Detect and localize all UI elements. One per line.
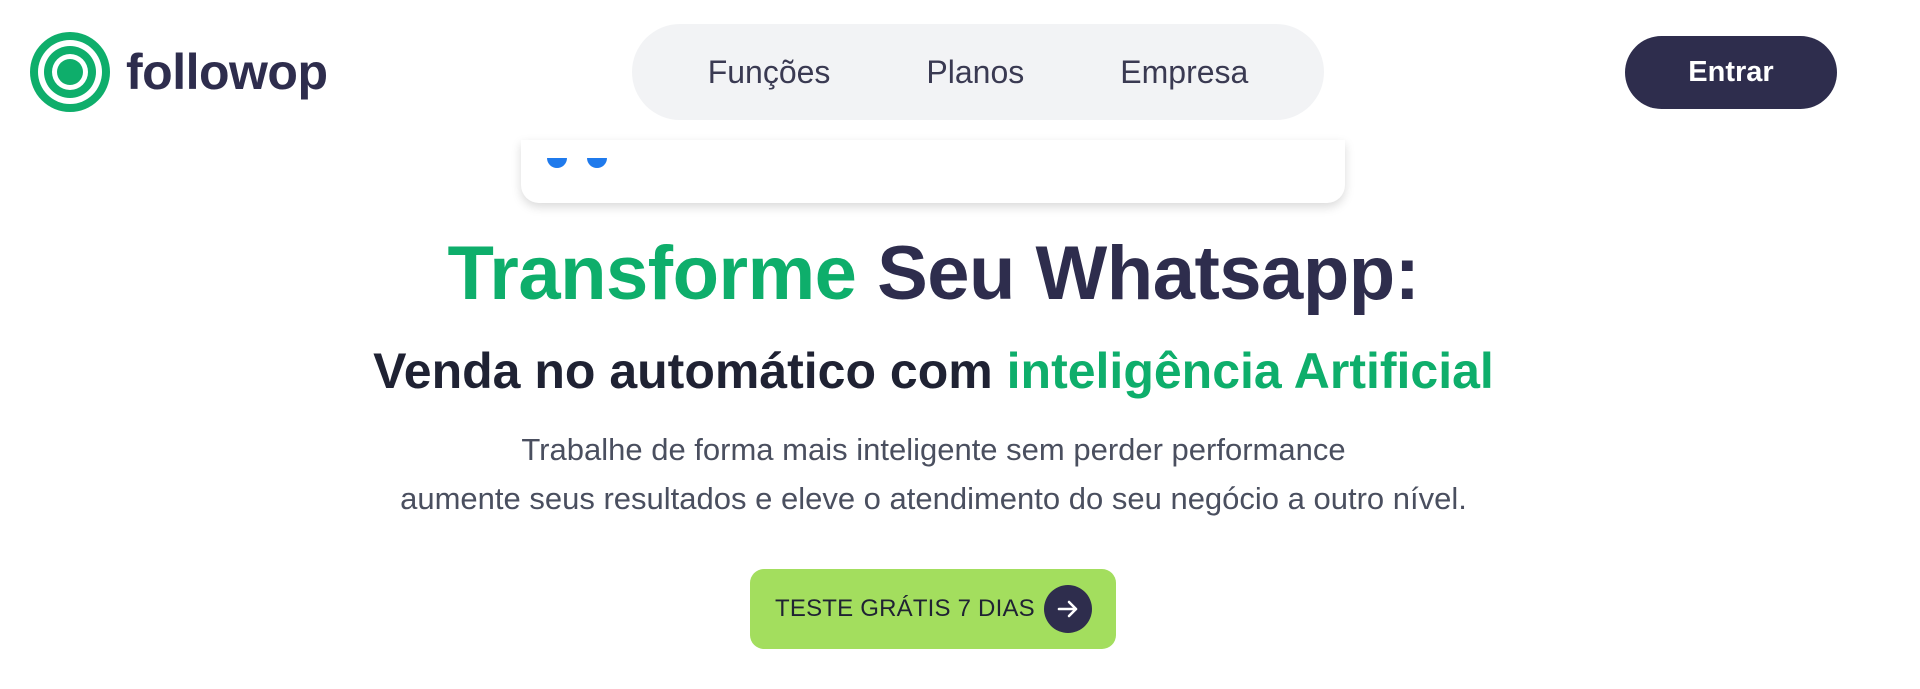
indicator-dot: [547, 158, 567, 168]
nav-item-planos[interactable]: Planos: [926, 54, 1024, 91]
hero-subtitle-main: Venda no automático com: [373, 343, 993, 399]
hero-subtitle: Venda no automático com inteligência Art…: [0, 342, 1867, 400]
arrow-right-icon: [1044, 585, 1092, 633]
free-trial-label: TESTE GRÁTIS 7 DIAS: [775, 595, 1035, 622]
main-nav: Funções Planos Empresa: [632, 24, 1324, 120]
concentric-circles-icon: [30, 32, 110, 112]
brand-name: followop: [126, 44, 328, 100]
hero-description: Trabalhe de forma mais inteligente sem p…: [0, 425, 1867, 523]
page: followop Funções Planos Empresa Entrar T…: [0, 0, 1920, 689]
hero-title-highlight: Transforme: [447, 231, 857, 316]
nav-item-empresa[interactable]: Empresa: [1120, 54, 1248, 91]
hero-subtitle-highlight: inteligência Artificial: [1006, 343, 1494, 399]
hero-title-rest: Seu Whatsapp:: [877, 231, 1420, 316]
logo[interactable]: followop: [30, 32, 328, 112]
hero-title: Transforme Seu Whatsapp:: [0, 230, 1867, 317]
hero-description-line2: aumente seus resultados e eleve o atendi…: [400, 481, 1467, 516]
indicator-dot: [587, 158, 607, 168]
nav-item-funcoes[interactable]: Funções: [708, 54, 831, 91]
enter-button[interactable]: Entrar: [1625, 36, 1837, 109]
preview-card: [521, 140, 1345, 203]
free-trial-button[interactable]: TESTE GRÁTIS 7 DIAS: [750, 569, 1116, 649]
hero-description-line1: Trabalhe de forma mais inteligente sem p…: [521, 432, 1346, 467]
